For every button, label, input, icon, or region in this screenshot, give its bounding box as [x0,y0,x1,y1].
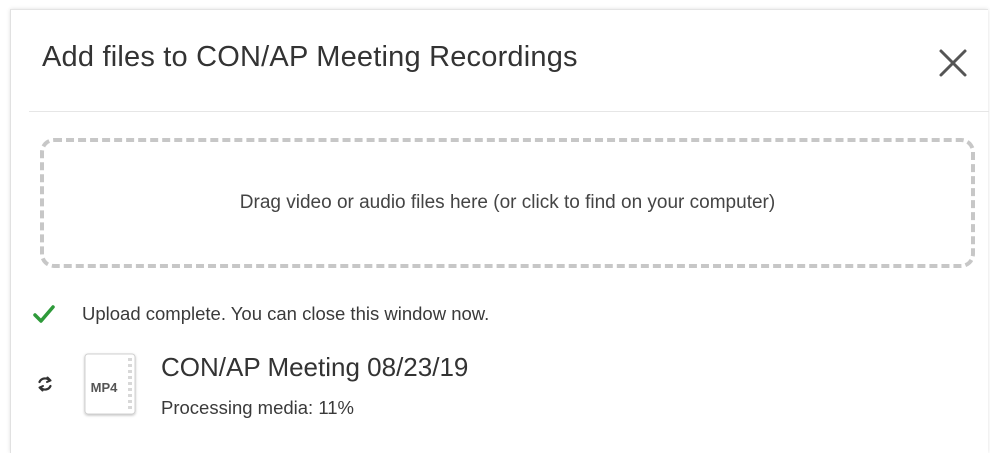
dialog-title: Add files to CON/AP Meeting Recordings [42,41,578,73]
processing-label: Processing media: [161,397,314,418]
file-dropzone[interactable]: Drag video or audio files here (or click… [40,138,975,268]
file-processing-status: Processing media: 11% [161,397,354,419]
processing-percent: 11% [318,397,354,418]
mp4-file-icon: MP4 [84,353,136,415]
close-icon[interactable] [935,45,971,81]
upload-dialog: Add files to CON/AP Meeting Recordings D… [10,9,989,453]
refresh-icon[interactable] [36,375,54,393]
check-icon [33,305,55,323]
file-name: CON/AP Meeting 08/23/19 [161,352,469,382]
dropzone-label: Drag video or audio files here (or click… [239,192,776,213]
file-type-label: MP4 [91,380,119,395]
upload-status-message: Upload complete. You can close this wind… [82,303,490,324]
header-divider [29,111,989,112]
upload-status: Upload complete. You can close this wind… [33,299,489,329]
